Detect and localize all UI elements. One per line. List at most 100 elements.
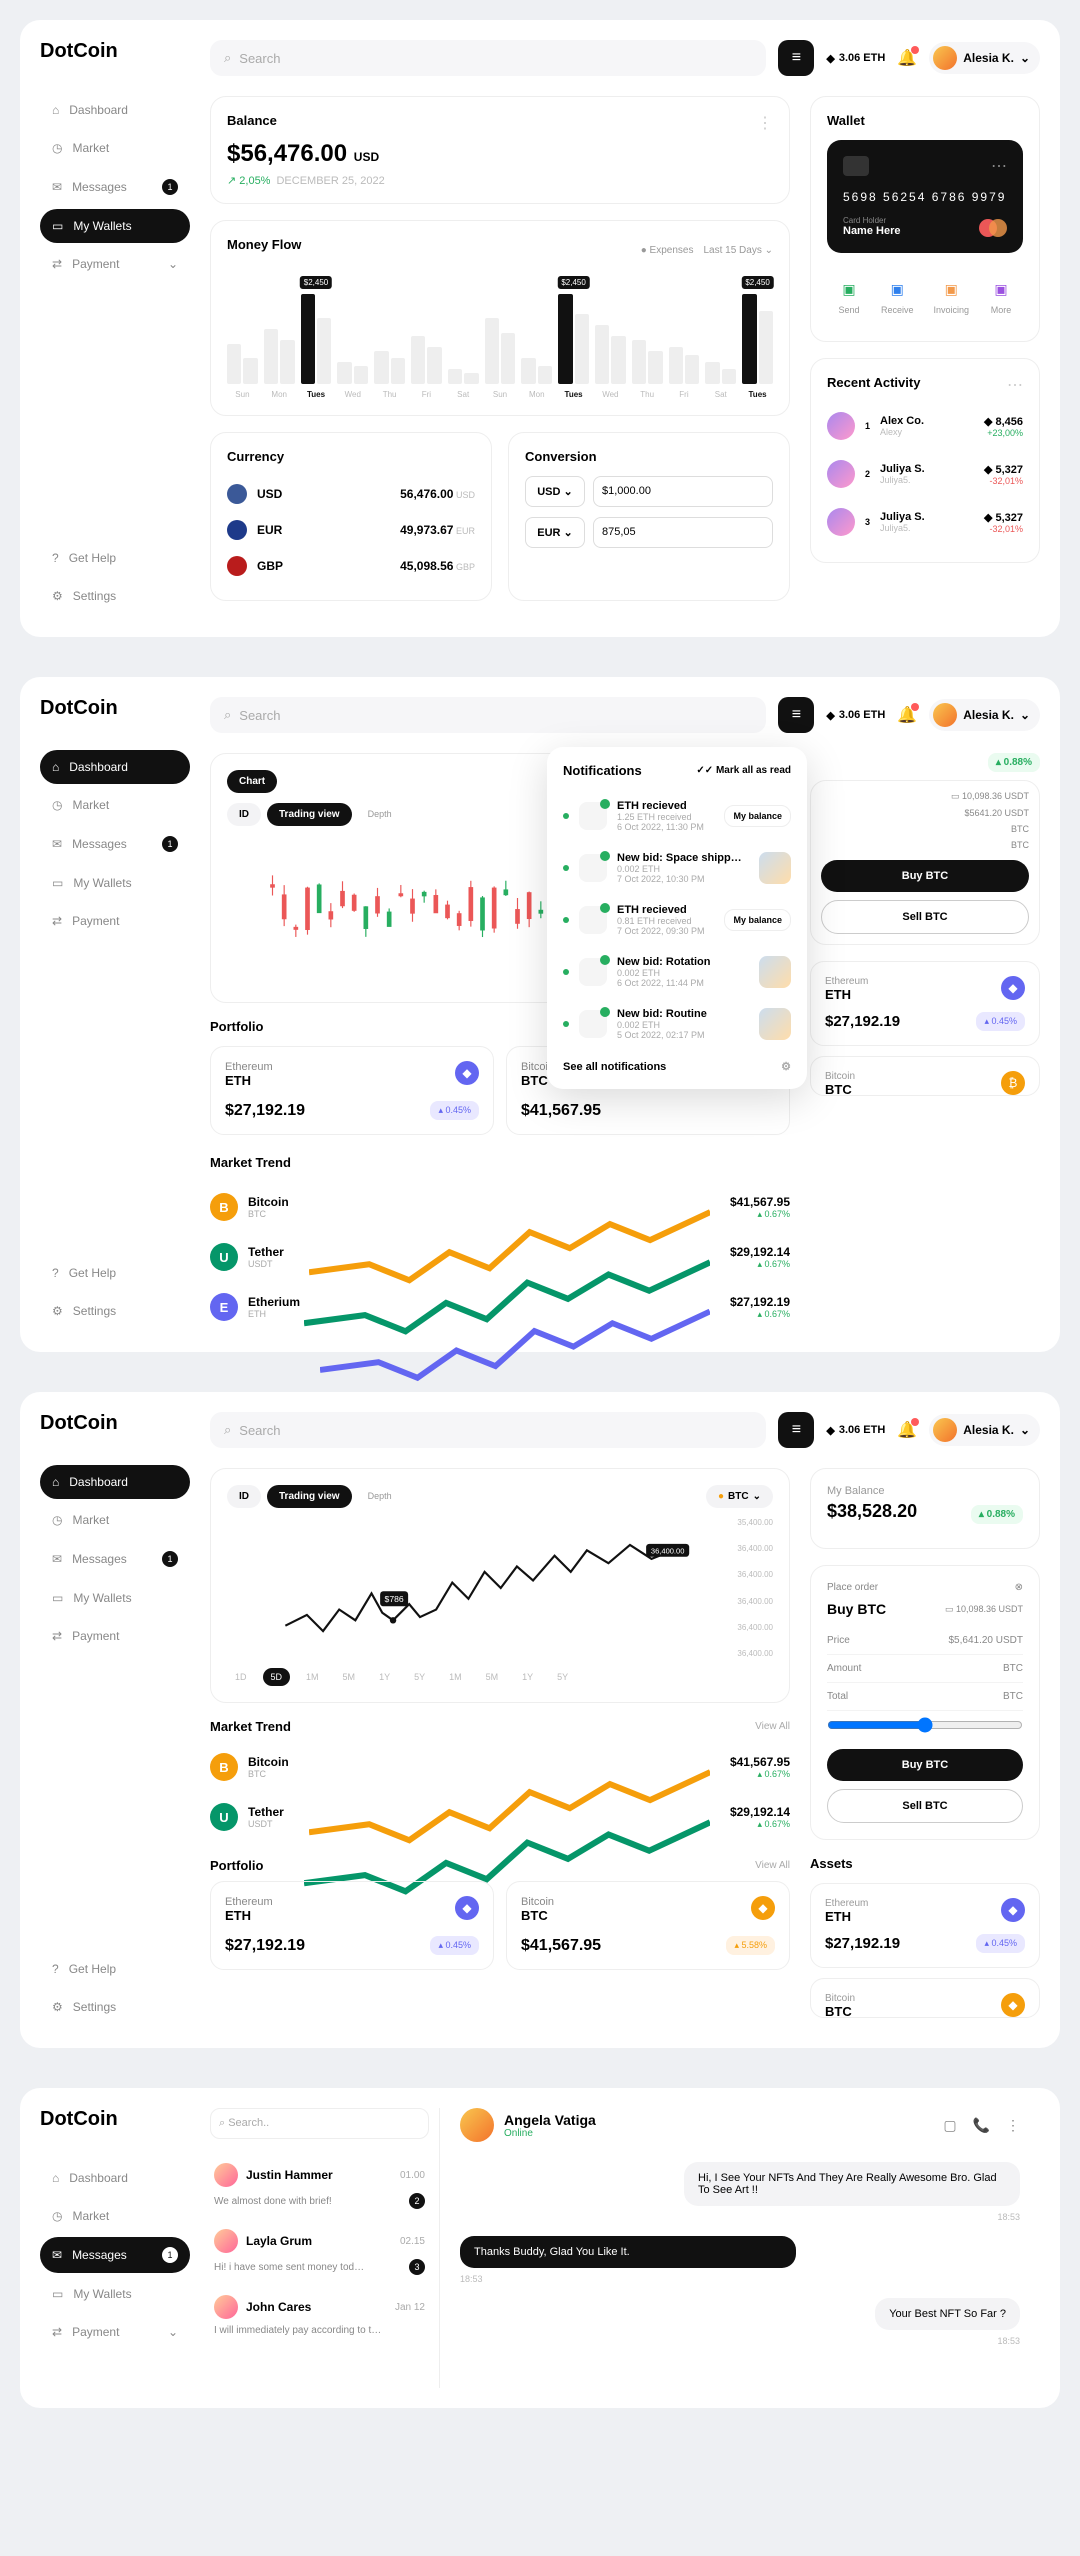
search-input[interactable]: ⌕Search [210, 40, 766, 76]
mark-all-read[interactable]: ✓✓ Mark all as read [696, 765, 791, 776]
more-icon[interactable]: ⋮ [757, 113, 773, 140]
asset-card[interactable]: ◆ BitcoinBTC [810, 1978, 1040, 2018]
nav-wallets[interactable]: ▭My Wallets [40, 1581, 190, 1615]
nav-messages[interactable]: ✉Messages1 [40, 2237, 190, 2273]
message-search[interactable]: ⌕ Search.. [210, 2108, 429, 2139]
user-menu[interactable]: Alesia K.⌄ [929, 42, 1040, 74]
qa-invoicing[interactable]: ▣Invoicing [933, 277, 969, 315]
view-all-link[interactable]: View All [755, 1860, 790, 1871]
amount-slider[interactable] [827, 1717, 1023, 1733]
credit-card[interactable]: ⋯ 5698 56254 6786 9979 Card HolderName H… [827, 140, 1023, 253]
activity-row[interactable]: 2 Juliya S.Juliya5. ◆ 5,327-32,01% [827, 450, 1023, 498]
nav-settings[interactable]: ⚙Settings [40, 579, 190, 613]
gear-icon[interactable]: ⚙ [781, 1060, 791, 1073]
nav-market[interactable]: ◷Market [40, 131, 190, 165]
nav-payment[interactable]: ⇄Payment [40, 904, 190, 938]
video-call-icon[interactable]: ▢ [943, 2117, 956, 2134]
nav-messages[interactable]: ✉Messages1 [40, 826, 190, 862]
qa-send[interactable]: ▣Send [837, 277, 861, 315]
range-5Y[interactable]: 5Y [406, 1668, 433, 1686]
qa-receive[interactable]: ▣Receive [881, 277, 914, 315]
nav-dashboard[interactable]: ⌂Dashboard [40, 1465, 190, 1499]
nav-dashboard[interactable]: ⌂Dashboard [40, 2161, 190, 2195]
nav-payment[interactable]: ⇄Payment⌄ [40, 247, 190, 281]
conv-to-input[interactable]: 875,05 [593, 517, 773, 548]
topbar: ⌕Search ≡ ◆ 3.06 ETH 🔔 Alesia K.⌄ [210, 40, 1040, 76]
conversation-item[interactable]: Justin Hammer01.00 We almost done with b… [210, 2153, 429, 2219]
nav-wallets[interactable]: ▭My Wallets [40, 209, 190, 243]
nav-help[interactable]: ?Get Help [40, 541, 190, 575]
nav-payment[interactable]: ⇄Payment⌄ [40, 2315, 190, 2349]
buy-button[interactable]: Buy BTC [827, 1749, 1023, 1781]
search-input[interactable]: ⌕Search [210, 697, 766, 733]
more-icon[interactable]: ⋮ [1006, 2117, 1020, 2134]
asset-eth[interactable]: ◆ Ethereum ETH $27,192.19 ▴ 0.45% [810, 961, 1040, 1046]
nav-help[interactable]: ?Get Help [40, 1256, 190, 1290]
notifications-panel: Notifications ✓✓ Mark all as read ETH re… [547, 747, 807, 1089]
search-input[interactable]: ⌕Search [210, 1412, 766, 1448]
range-1D[interactable]: 1D [227, 1668, 255, 1686]
conversation-item[interactable]: Layla Grum02.15 Hi! i have some sent mon… [210, 2219, 429, 2285]
notification-item[interactable]: New bid: Rotation0.002 ETH6 Oct 2022, 11… [563, 946, 791, 998]
conversation-item[interactable]: John CaresJan 12 I will immediately pay … [210, 2285, 429, 2346]
nav-messages[interactable]: ✉Messages1 [40, 169, 190, 205]
activity-row[interactable]: 1 Alex Co.Alexy ◆ 8,456+23,00% [827, 402, 1023, 450]
user-menu[interactable]: Alesia K.⌄ [929, 1414, 1040, 1446]
nav-wallets[interactable]: ▭My Wallets [40, 2277, 190, 2311]
range-1M[interactable]: 1M [298, 1668, 327, 1686]
notification-item[interactable]: ETH recieved1.25 ETH received6 Oct 2022,… [563, 790, 791, 842]
range-5M[interactable]: 5M [335, 1668, 364, 1686]
asset-btc[interactable]: ₿ Bitcoin BTC [810, 1056, 1040, 1096]
filter-button[interactable]: ≡ [778, 697, 814, 733]
trend-row[interactable]: B BitcoinBTC $41,567.95▴ 0.67% [210, 1742, 790, 1792]
nav-market[interactable]: ◷Market [40, 1503, 190, 1537]
notification-item[interactable]: New bid: Routine0.002 ETH5 Oct 2022, 02:… [563, 998, 791, 1050]
notification-item[interactable]: ETH recieved0.81 ETH received7 Oct 2022,… [563, 894, 791, 946]
nav-messages[interactable]: ✉Messages1 [40, 1541, 190, 1577]
tab-chart[interactable]: Chart [227, 770, 277, 793]
range-5M[interactable]: 5M [478, 1668, 507, 1686]
bell-icon[interactable]: 🔔 [897, 1420, 917, 1440]
filter-button[interactable]: ≡ [778, 1412, 814, 1448]
see-all-link[interactable]: See all notifications [563, 1061, 666, 1073]
portfolio-card[interactable]: ◆ EthereumETH$27,192.19 ▴ 0.45% [210, 1046, 494, 1135]
sell-btc-button[interactable]: Sell BTC [821, 900, 1029, 934]
nav-wallets[interactable]: ▭My Wallets [40, 866, 190, 900]
conv-from-input[interactable]: $1,000.00 [593, 476, 773, 507]
nav-dashboard[interactable]: ⌂Dashboard [40, 93, 190, 127]
portfolio-card[interactable]: ◆ EthereumETH$27,192.19 ▴ 0.45% [210, 1881, 494, 1970]
nav-settings[interactable]: ⚙Settings [40, 1990, 190, 2024]
voice-call-icon[interactable]: 📞 [973, 2117, 990, 2134]
symbol-select[interactable]: ●BTC ⌄ [706, 1485, 773, 1508]
nav-help[interactable]: ?Get Help [40, 1952, 190, 1986]
range-1M[interactable]: 1M [441, 1668, 470, 1686]
more-icon[interactable]: ⋯ [1007, 375, 1023, 402]
nav-payment[interactable]: ⇄Payment [40, 1619, 190, 1653]
notification-item[interactable]: New bid: Space shipp…0.002 ETH7 Oct 2022… [563, 842, 791, 894]
bell-icon[interactable]: 🔔 [897, 705, 917, 725]
qa-more[interactable]: ▣More [989, 277, 1013, 315]
portfolio-card[interactable]: ◆ BitcoinBTC$41,567.95 ▴ 5.58% [506, 1881, 790, 1970]
nav-market[interactable]: ◷Market [40, 788, 190, 822]
conversion-card: Conversion USD ⌄ $1,000.00 EUR ⌄ 875,05 [508, 432, 790, 601]
filter-button[interactable]: ≡ [778, 40, 814, 76]
bell-icon[interactable]: 🔔 [897, 48, 917, 68]
trend-row[interactable]: B BitcoinBTC $41,567.95▴ 0.67% [210, 1182, 790, 1232]
buy-btc-button[interactable]: Buy BTC [821, 860, 1029, 892]
range-select[interactable]: Last 15 Days ⌄ [703, 245, 773, 256]
nav-settings[interactable]: ⚙Settings [40, 1294, 190, 1328]
nav-dashboard[interactable]: ⌂Dashboard [40, 750, 190, 784]
conv-to-select[interactable]: EUR ⌄ [525, 517, 585, 548]
conv-from-select[interactable]: USD ⌄ [525, 476, 585, 507]
close-icon[interactable]: ⊗ [1015, 1582, 1023, 1593]
sell-button[interactable]: Sell BTC [827, 1789, 1023, 1823]
range-1Y[interactable]: 1Y [514, 1668, 541, 1686]
range-1Y[interactable]: 1Y [371, 1668, 398, 1686]
range-5D[interactable]: 5D [263, 1668, 291, 1686]
user-menu[interactable]: Alesia K.⌄ [929, 699, 1040, 731]
range-5Y[interactable]: 5Y [549, 1668, 576, 1686]
asset-card[interactable]: ◆ EthereumETH $27,192.19▴ 0.45% [810, 1883, 1040, 1968]
activity-row[interactable]: 3 Juliya S.Juliya5. ◆ 5,327-32,01% [827, 498, 1023, 546]
view-all-link[interactable]: View All [755, 1721, 790, 1732]
nav-market[interactable]: ◷Market [40, 2199, 190, 2233]
